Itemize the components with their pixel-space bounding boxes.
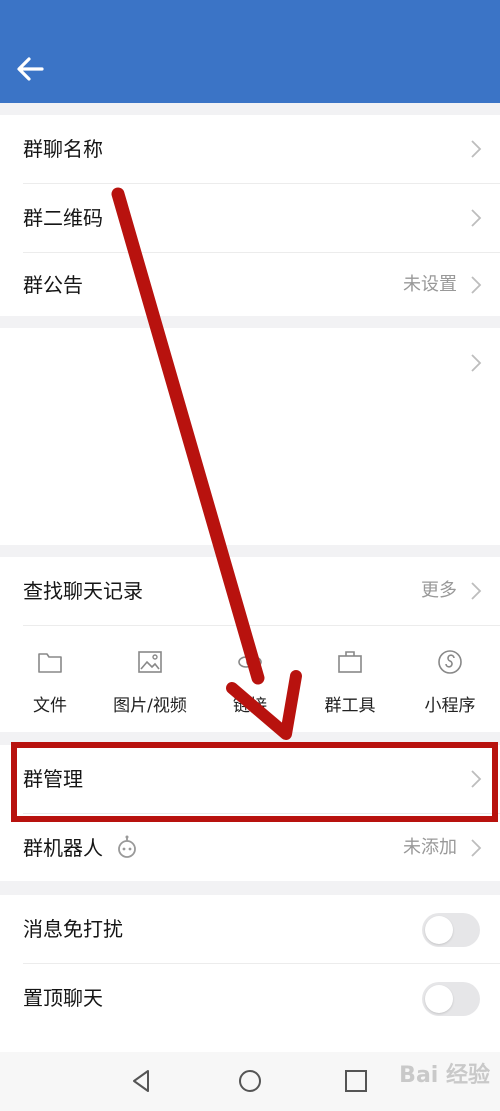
tool-mini-program-label: 小程序 <box>424 696 476 716</box>
chevron-right-icon <box>471 582 482 600</box>
image-icon <box>138 651 162 673</box>
folder-icon <box>38 653 62 673</box>
group-notice-label: 群公告 <box>23 273 83 297</box>
pin-chat-label: 置顶聊天 <box>23 986 103 1010</box>
group-members-section[interactable] <box>0 328 500 545</box>
group-qrcode-row[interactable]: 群二维码 <box>0 184 500 252</box>
nav-home-icon[interactable] <box>235 1066 265 1096</box>
divider <box>23 625 500 626</box>
search-chat-history-label: 查找聊天记录 <box>23 579 143 603</box>
top-app-bar <box>0 0 500 103</box>
tool-mini-program[interactable]: 小程序 <box>400 633 500 733</box>
tool-group-tools-label: 群工具 <box>324 696 376 716</box>
back-arrow-icon[interactable] <box>14 54 46 84</box>
mute-notifications-toggle[interactable] <box>422 913 480 947</box>
toggle-knob <box>425 916 453 944</box>
tool-link-label: 链接 <box>233 696 267 716</box>
tool-image-video-label: 图片/视频 <box>113 696 187 716</box>
group-notice-value: 未设置 <box>403 274 457 295</box>
nav-recents-icon[interactable] <box>341 1066 371 1096</box>
group-robot-value: 未添加 <box>403 837 457 858</box>
chevron-right-icon <box>471 276 482 294</box>
tool-file[interactable]: 文件 <box>0 633 100 733</box>
watermark: Bai 经验 <box>399 1063 490 1088</box>
pin-chat-row: 置顶聊天 <box>0 964 500 1032</box>
group-name-label: 群聊名称 <box>23 137 103 161</box>
group-notice-row[interactable]: 群公告 未设置 <box>0 251 500 319</box>
mini-program-icon <box>438 650 462 674</box>
mute-notifications-label: 消息免打扰 <box>23 917 123 941</box>
link-icon <box>238 656 262 668</box>
tool-file-label: 文件 <box>33 696 67 716</box>
toggle-knob <box>425 985 453 1013</box>
toolbox-icon <box>338 651 362 673</box>
highlight-box <box>11 742 498 822</box>
chevron-right-icon <box>471 140 482 158</box>
quick-tools: 文件 图片/视频 链接 群工具 小程序 <box>0 633 500 733</box>
chevron-right-icon <box>471 839 482 857</box>
system-nav-bar: Bai 经验 <box>0 1052 500 1111</box>
more-label: 更多 <box>421 580 457 601</box>
group-qrcode-label: 群二维码 <box>23 206 103 230</box>
group-robot-row[interactable]: 群机器人 未添加 <box>0 814 500 882</box>
tool-image-video[interactable]: 图片/视频 <box>100 633 200 733</box>
tool-group-tools[interactable]: 群工具 <box>300 633 400 733</box>
chat-history-section: 查找聊天记录 更多 文件 图片/视频 链接 群工具 小程序 <box>0 557 500 732</box>
tool-link[interactable]: 链接 <box>200 633 300 733</box>
chat-settings-section: 消息免打扰 置顶聊天 <box>0 895 500 1052</box>
nav-back-icon[interactable] <box>128 1066 158 1096</box>
group-robot-label: 群机器人 <box>23 836 103 860</box>
robot-icon <box>118 835 136 858</box>
mute-notifications-row: 消息免打扰 <box>0 895 500 963</box>
chevron-right-icon <box>471 209 482 227</box>
group-info-section: 群聊名称 群二维码 群公告 未设置 <box>0 115 500 316</box>
chevron-right-icon <box>471 354 482 372</box>
group-name-row[interactable]: 群聊名称 <box>0 115 500 183</box>
search-chat-history-row[interactable]: 查找聊天记录 更多 <box>0 557 500 625</box>
pin-chat-toggle[interactable] <box>422 982 480 1016</box>
